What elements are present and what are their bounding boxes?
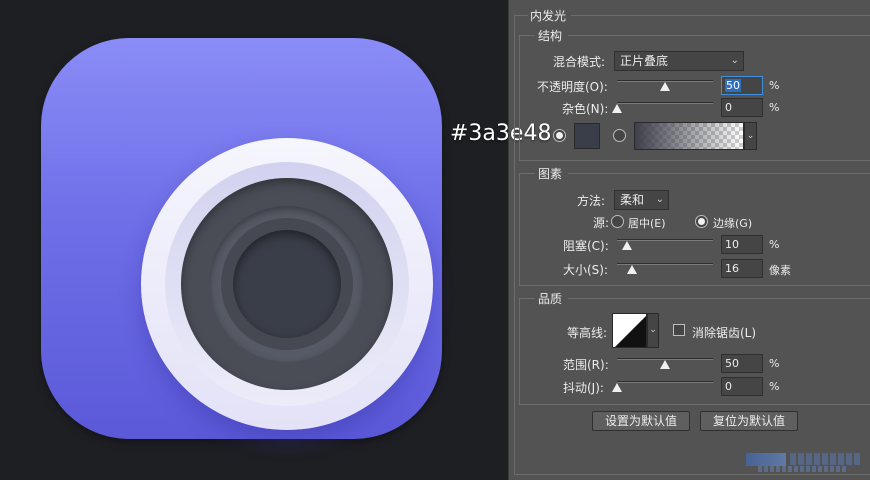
opacity-value: 50 bbox=[725, 79, 741, 92]
quality-title: 品质 bbox=[538, 292, 563, 306]
group-line bbox=[568, 35, 870, 36]
range-slider-thumb[interactable] bbox=[660, 360, 670, 369]
panel-divider bbox=[508, 0, 509, 480]
preview-canvas bbox=[0, 0, 508, 480]
group-line bbox=[519, 35, 520, 160]
group-line bbox=[519, 298, 520, 404]
reset-default-button[interactable]: 复位为默认值 bbox=[700, 411, 798, 431]
source-label: 源: bbox=[593, 216, 610, 230]
technique-label: 方法: bbox=[577, 194, 606, 208]
glow-color-swatch[interactable] bbox=[574, 123, 600, 149]
group-line bbox=[519, 404, 870, 405]
range-input[interactable]: 50 bbox=[721, 354, 763, 373]
opacity-label: 不透明度(O): bbox=[537, 80, 608, 94]
size-label: 大小(S): bbox=[563, 263, 609, 277]
blend-mode-label: 混合模式: bbox=[553, 55, 606, 69]
choke-input[interactable]: 10 bbox=[721, 235, 763, 254]
choke-unit: % bbox=[769, 238, 780, 251]
noise-slider-thumb[interactable] bbox=[612, 104, 622, 113]
opacity-slider-thumb[interactable] bbox=[660, 82, 670, 91]
range-label: 范围(R): bbox=[563, 358, 609, 372]
group-line bbox=[519, 173, 520, 285]
contour-curve-icon bbox=[615, 316, 646, 347]
blend-mode-value: 正片叠底 bbox=[620, 54, 669, 68]
source-edge-radio[interactable] bbox=[695, 215, 708, 228]
noise-label: 杂色(N): bbox=[562, 102, 609, 116]
group-line bbox=[514, 15, 515, 475]
noise-unit: % bbox=[769, 101, 780, 114]
group-line bbox=[519, 160, 870, 161]
group-line bbox=[519, 173, 535, 174]
color-hex-label: #3a3e48 bbox=[450, 121, 552, 146]
chevron-down-icon: ⌄ bbox=[730, 55, 739, 66]
antialias-label[interactable]: 消除锯齿(L) bbox=[692, 324, 756, 341]
elements-title: 图素 bbox=[538, 167, 563, 181]
contour-label: 等高线: bbox=[567, 326, 608, 340]
group-line bbox=[514, 15, 528, 16]
choke-label: 阻塞(C): bbox=[563, 239, 609, 253]
group-line bbox=[568, 298, 870, 299]
size-slider-thumb[interactable] bbox=[627, 265, 638, 274]
structure-title: 结构 bbox=[538, 29, 563, 43]
jitter-slider-thumb[interactable] bbox=[612, 383, 622, 392]
chevron-down-icon: ⌄ bbox=[655, 194, 664, 205]
jitter-unit: % bbox=[769, 380, 780, 393]
source-center-label[interactable]: 居中(E) bbox=[628, 215, 666, 231]
jitter-slider[interactable] bbox=[617, 381, 713, 383]
chevron-down-icon[interactable]: ⌄ bbox=[647, 313, 659, 348]
contour-picker[interactable] bbox=[612, 313, 647, 348]
source-edge-label[interactable]: 边缘(G) bbox=[713, 215, 752, 231]
watermark-text bbox=[790, 453, 860, 465]
noise-slider[interactable] bbox=[617, 102, 713, 104]
chevron-down-icon[interactable]: ⌄ bbox=[744, 122, 757, 150]
color-mode-radio[interactable] bbox=[553, 129, 566, 142]
group-line bbox=[519, 285, 870, 286]
group-line bbox=[571, 15, 870, 16]
gradient-picker[interactable] bbox=[634, 122, 744, 150]
source-center-radio[interactable] bbox=[611, 215, 624, 228]
opacity-input[interactable]: 50 bbox=[721, 76, 763, 95]
panel-title: 内发光 bbox=[530, 9, 567, 23]
noise-input[interactable]: 0 bbox=[721, 98, 763, 117]
watermark-logo bbox=[746, 453, 786, 466]
watermark-url bbox=[758, 466, 848, 472]
size-input[interactable]: 16 bbox=[721, 259, 763, 278]
choke-slider-thumb[interactable] bbox=[621, 241, 632, 250]
range-unit: % bbox=[769, 357, 780, 370]
blend-mode-select[interactable]: 正片叠底 ⌄ bbox=[614, 51, 744, 71]
make-default-button[interactable]: 设置为默认值 bbox=[592, 411, 690, 431]
technique-select[interactable]: 柔和 ⌄ bbox=[614, 190, 669, 210]
lens-core bbox=[233, 230, 341, 338]
jitter-input[interactable]: 0 bbox=[721, 377, 763, 396]
gradient-mode-radio[interactable] bbox=[613, 129, 626, 142]
antialias-checkbox[interactable] bbox=[673, 324, 685, 336]
opacity-unit: % bbox=[769, 79, 780, 92]
jitter-label: 抖动(J): bbox=[563, 381, 604, 395]
technique-value: 柔和 bbox=[620, 193, 645, 207]
group-line bbox=[514, 474, 870, 475]
size-unit: 像素 bbox=[769, 264, 791, 277]
app-icon-tile bbox=[41, 38, 442, 439]
group-line bbox=[519, 35, 535, 36]
group-line bbox=[568, 173, 870, 174]
group-line bbox=[519, 298, 535, 299]
